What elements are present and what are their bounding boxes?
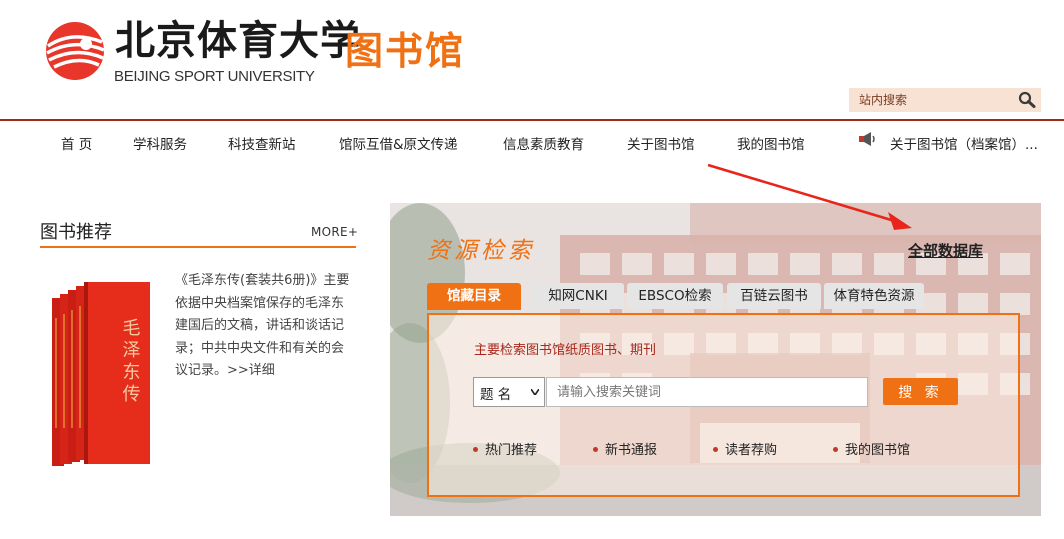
book-recommend-divider (40, 246, 356, 248)
header-divider (0, 119, 1064, 121)
nav-item-subject-service[interactable]: 学科服务 (133, 133, 187, 153)
more-link[interactable]: MORE+ (311, 225, 358, 239)
site-search-input[interactable] (849, 88, 1009, 112)
resource-search-title: 资源检索 (427, 238, 535, 264)
tab-sport-resources[interactable]: 体育特色资源 (824, 283, 924, 309)
nav-item-novelty-search[interactable]: 科技查新站 (228, 133, 296, 153)
search-icon[interactable] (1017, 91, 1037, 109)
bullet-icon (713, 447, 718, 452)
nav-item-my-library[interactable]: 我的图书馆 (737, 133, 805, 153)
quick-link-label: 读者荐购 (725, 443, 778, 458)
tab-chaoxing-books[interactable]: 百链云图书 (727, 283, 821, 309)
book-spine-text: 毛泽东传 (120, 318, 141, 406)
nav-item-interlibrary-loan[interactable]: 馆际互借&原文传递 (339, 133, 458, 153)
university-name-cn: 北京体育大学 (115, 17, 361, 64)
bullet-icon (593, 447, 598, 452)
quick-link-label: 我的图书馆 (845, 443, 911, 458)
site-search-box (849, 88, 1041, 112)
book-cover-image[interactable]: 毛泽东传 (52, 278, 152, 470)
book-detail-link[interactable]: >>详细 (227, 363, 275, 378)
quick-link-recommend-purchase[interactable]: 读者荐购 (713, 439, 777, 458)
nav-item-home[interactable]: 首 页 (61, 133, 92, 153)
bullet-icon (473, 447, 478, 452)
nav-item-about-library[interactable]: 关于图书馆 (627, 133, 695, 153)
quick-link-new-books[interactable]: 新书通报 (593, 439, 657, 458)
search-hint: 主要检索图书馆纸质图书、期刊 (474, 343, 657, 358)
tab-catalog[interactable]: 馆藏目录 (427, 283, 521, 310)
notice-link[interactable]: 关于图书馆（档案馆）... (890, 133, 1038, 153)
tab-ebsco[interactable]: EBSCO检索 (627, 283, 723, 309)
quick-link-label: 热门推荐 (485, 443, 538, 458)
quick-link-my-library[interactable]: 我的图书馆 (833, 439, 910, 458)
red-arrow-annotation (707, 163, 912, 230)
book-recommend-title: 图书推荐 (40, 222, 112, 243)
quick-link-label: 新书通报 (605, 443, 658, 458)
tab-cnki[interactable]: 知网CNKI (532, 283, 624, 309)
quick-link-hot[interactable]: 热门推荐 (473, 439, 537, 458)
search-field-select[interactable]: 题 名 (473, 377, 545, 407)
university-name-en: BEIJING SPORT UNIVERSITY (114, 68, 315, 85)
megaphone-icon (859, 132, 875, 146)
search-field-selected: 题 名 (480, 387, 512, 403)
keyword-search-input[interactable] (546, 377, 868, 407)
all-databases-link[interactable]: 全部数据库 (908, 240, 983, 261)
university-logo-icon (46, 22, 105, 80)
bullet-icon (833, 447, 838, 452)
library-title: 图书馆 (345, 29, 466, 73)
nav-item-info-literacy[interactable]: 信息素质教育 (503, 133, 584, 153)
chevron-down-icon (531, 389, 539, 395)
search-button[interactable]: 搜 索 (883, 378, 958, 405)
book-description: 《毛泽东传(套装共6册)》主要依据中央档案馆保存的毛泽东建国后的文稿，讲话和谈话… (175, 270, 353, 383)
